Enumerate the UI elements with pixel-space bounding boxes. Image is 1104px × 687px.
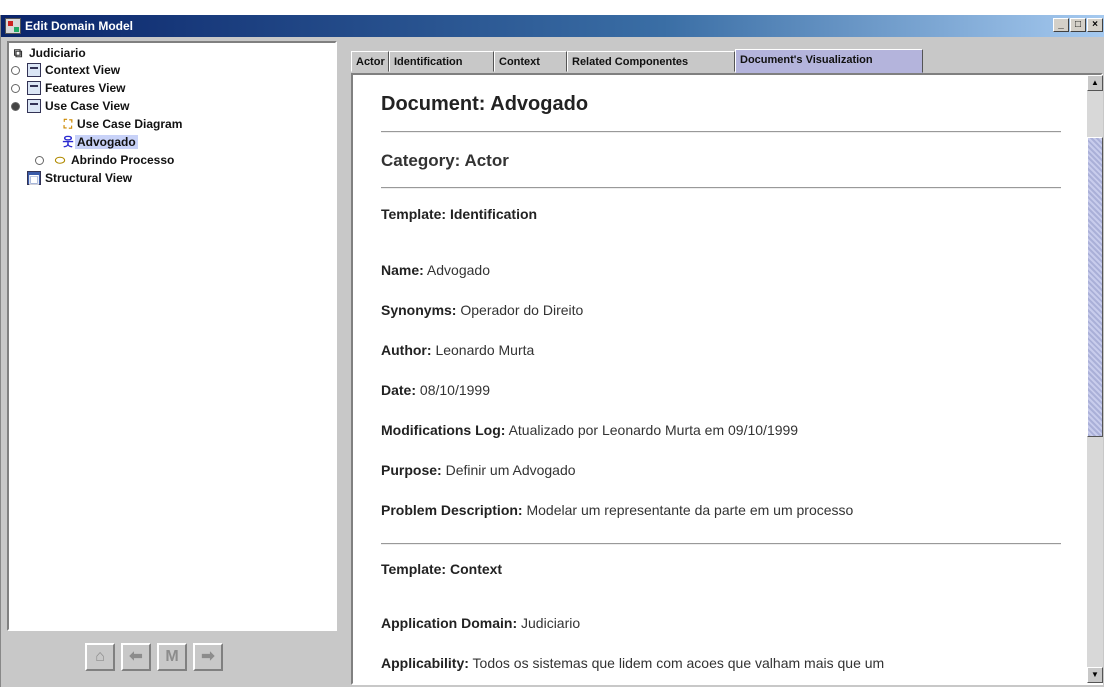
document-content: Document: Advogado Category: Actor Templ… <box>353 75 1085 683</box>
forward-arrow-icon: ➡ <box>201 648 215 665</box>
field-problem-description: Problem Description: Modelar um represen… <box>381 502 854 518</box>
document-view: Document: Advogado Category: Actor Templ… <box>351 73 1103 685</box>
title-bar[interactable]: Edit Domain Model _ □ × <box>1 15 1104 37</box>
scroll-thumb[interactable] <box>1087 137 1103 437</box>
tab-context[interactable]: Context <box>494 51 567 72</box>
navigation-bar: ⌂ ⬅ M ➡ <box>7 633 337 683</box>
m-button-icon: M <box>165 648 179 665</box>
use-case-icon: ⬭ <box>54 153 66 167</box>
vertical-scrollbar[interactable]: ▲ ▼ <box>1087 75 1103 683</box>
field-purpose: Purpose: Definir um Advogado <box>381 462 576 478</box>
home-button[interactable]: ⌂ <box>85 643 115 671</box>
minimize-button[interactable]: _ <box>1053 18 1069 32</box>
forward-button[interactable]: ➡ <box>193 643 223 671</box>
divider <box>381 187 1061 189</box>
field-modifications-log: Modifications Log: Atualizado por Leonar… <box>381 422 799 438</box>
field-application-domain: Application Domain: Judiciario <box>381 615 581 631</box>
collapse-handle[interactable] <box>35 156 44 165</box>
field-author: Author: Leonardo Murta <box>381 342 535 358</box>
app-icon <box>5 18 21 34</box>
back-button[interactable]: ⬅ <box>121 643 151 671</box>
view-icon <box>27 99 41 113</box>
collapse-handle[interactable] <box>11 66 20 75</box>
divider <box>381 543 1061 545</box>
template-context-heading: Template: Context <box>381 561 503 577</box>
actor-icon: 웃 <box>62 135 74 149</box>
home-icon: ⌂ <box>95 648 105 665</box>
view-icon <box>27 63 41 77</box>
structural-view-icon: ▣ <box>27 171 41 186</box>
scroll-down-button[interactable]: ▼ <box>1087 667 1103 683</box>
m-button[interactable]: M <box>157 643 187 671</box>
diagram-icon: ⛶ <box>63 117 73 131</box>
field-applicability: Applicability: Todos os sistemas que lid… <box>381 655 885 671</box>
field-synonyms: Synonyms: Operador do Direito <box>381 302 584 318</box>
maximize-button[interactable]: □ <box>1070 18 1086 32</box>
tab-identification[interactable]: Identification <box>389 51 494 72</box>
edit-domain-model-window: Edit Domain Model _ □ × ⧉ Judiciario Con… <box>0 15 1104 687</box>
window-title: Edit Domain Model <box>25 19 133 33</box>
close-button[interactable]: × <box>1087 18 1103 32</box>
scroll-up-button[interactable]: ▲ <box>1087 75 1103 91</box>
field-date: Date: 08/10/1999 <box>381 382 490 398</box>
template-identification-heading: Template: Identification <box>381 206 538 222</box>
tab-actor[interactable]: Actor <box>351 51 389 72</box>
domain-tree[interactable]: ⧉ Judiciario Context View Features View … <box>7 41 337 631</box>
view-icon <box>27 81 41 95</box>
root-icon: ⧉ <box>13 46 23 60</box>
document-category: Category: Actor <box>381 151 509 170</box>
tab-documents-visualization[interactable]: Document's Visualization <box>735 49 923 73</box>
field-name: Name: Advogado <box>381 262 490 278</box>
collapse-handle[interactable] <box>11 84 20 93</box>
tab-related-componentes[interactable]: Related Componentes <box>567 51 735 72</box>
expand-handle[interactable] <box>11 102 20 111</box>
back-arrow-icon: ⬅ <box>129 648 143 665</box>
document-title: Document: Advogado <box>381 93 589 115</box>
divider <box>381 131 1061 133</box>
